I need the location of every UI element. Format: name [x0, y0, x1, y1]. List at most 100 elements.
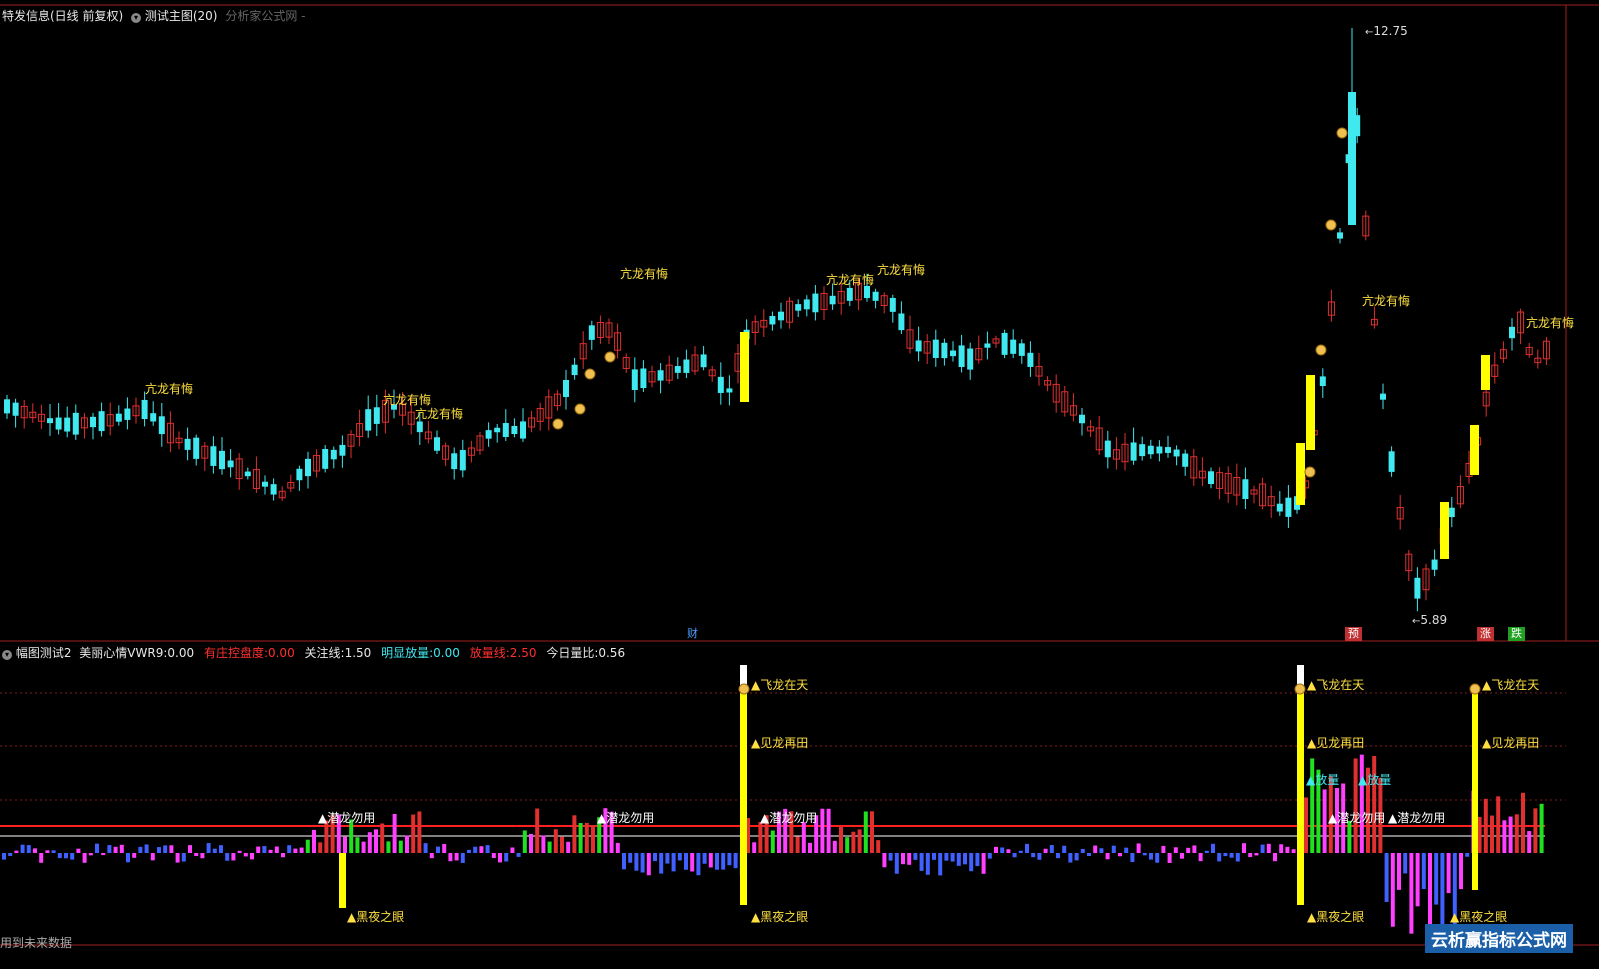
volume-bar [113, 846, 118, 853]
volume-bar [498, 853, 502, 863]
volume-bar [1093, 845, 1098, 853]
volume-bar [101, 853, 106, 856]
candle-body [227, 460, 234, 468]
signal-bar [1440, 502, 1449, 559]
hidden-dragon-label: ▲潜龙勿用 [1328, 811, 1386, 825]
candle-body [1319, 376, 1326, 386]
volume-bar [560, 836, 564, 853]
volume-bar [287, 845, 292, 853]
volume-bar [1105, 853, 1110, 860]
signal-label: 亢龙有悔 [877, 263, 926, 277]
candle-body [47, 418, 53, 424]
volume-bar [1496, 796, 1501, 853]
fall-marker[interactable]: 跌 [1508, 627, 1525, 641]
forecast-marker[interactable]: 预 [1345, 627, 1362, 641]
low-price-label: ←5.89 [1412, 613, 1448, 627]
volume-bar [1068, 853, 1073, 863]
volume-bar [491, 853, 496, 858]
volume-bar [1434, 853, 1439, 905]
candle-body [1156, 446, 1163, 454]
volume-bar [1502, 820, 1507, 853]
volume-bar [808, 842, 812, 853]
volume-bar [696, 853, 701, 876]
volume-bar [1198, 853, 1203, 862]
candle-body [1147, 445, 1154, 455]
candle-body [485, 430, 492, 439]
volume-bar [857, 829, 862, 853]
candle-body [1173, 449, 1180, 457]
signal-bar [1306, 375, 1315, 450]
volume-bar [894, 853, 899, 874]
volume-bar [206, 843, 211, 853]
volume-bar [1056, 853, 1060, 859]
main-indicator-name[interactable]: 测试主图(20) [145, 9, 218, 23]
volume-bar [1080, 848, 1085, 853]
money-bag-icon [738, 683, 750, 695]
volume-line-value: 2.50 [509, 646, 537, 660]
volume-bar [1235, 853, 1240, 862]
volume-bar [417, 811, 422, 853]
volume-bar [845, 837, 850, 853]
volume-bar [733, 853, 738, 869]
signal-cap [1297, 665, 1304, 685]
candle-body [4, 399, 10, 414]
sub-dropdown-icon[interactable]: ▾ [2, 650, 12, 660]
vwr-value: 0.00 [167, 646, 195, 660]
volume-bar [150, 853, 155, 861]
volume-bar [752, 842, 757, 853]
volume-bar [882, 853, 887, 868]
control-value: 0.00 [267, 646, 295, 660]
volume-bar [1483, 798, 1488, 853]
candle-body [657, 370, 664, 381]
candle-body [889, 297, 896, 312]
volume-bar [907, 853, 912, 865]
hidden-dragon-label: ▲潜龙勿用 [1388, 811, 1446, 825]
volume-bar [225, 853, 230, 861]
candle-body [12, 402, 19, 416]
volume-bar [721, 853, 726, 870]
candle-body [778, 311, 784, 321]
volume-bar [1291, 849, 1296, 853]
volume-bar [932, 853, 936, 860]
finance-marker[interactable]: 财 [684, 627, 701, 641]
money-bag-icon [584, 368, 596, 380]
volume-bar [1248, 853, 1253, 858]
focus-label: 关注线: [304, 646, 345, 660]
candle-body [150, 413, 157, 422]
volume-bar [268, 849, 273, 853]
candle-body [846, 287, 853, 301]
candle-body [365, 409, 372, 431]
indicator-dropdown-icon[interactable]: ▾ [131, 13, 142, 23]
volume-bar [529, 833, 533, 853]
volume-bar [826, 808, 831, 853]
volume-bar [1421, 853, 1426, 890]
volume-bar [250, 853, 254, 860]
sub-indicator-name[interactable]: 幅图测试2 [16, 646, 72, 660]
volume-bar [1490, 815, 1494, 853]
signal-bar [1472, 690, 1478, 890]
volume-bar [14, 850, 19, 853]
volume-bar [1285, 846, 1290, 853]
volume-bar [1359, 754, 1364, 853]
candle-body [631, 369, 638, 391]
volume-bar [1304, 797, 1308, 853]
volume-bar [981, 853, 986, 874]
volume-bar [913, 853, 918, 860]
volume-bar [950, 853, 955, 862]
volume-bar [188, 845, 192, 853]
hidden-dragon-label: ▲潜龙勿用 [760, 811, 818, 825]
volume-bar [460, 853, 465, 863]
signal-bar [740, 332, 749, 402]
candle-body [90, 416, 96, 428]
volume-bar [1223, 853, 1228, 857]
candle-body [872, 291, 879, 301]
volume-bar [429, 853, 434, 859]
candle-body [305, 458, 311, 477]
stock-title[interactable]: 特发信息(日线 前复权) [2, 9, 123, 23]
signal-bar [339, 853, 346, 908]
candle-body [571, 364, 578, 376]
volume-bar [566, 841, 571, 853]
rise-marker[interactable]: 涨 [1477, 627, 1494, 641]
money-bag-icon [1325, 219, 1337, 231]
volume-bar [200, 853, 205, 859]
